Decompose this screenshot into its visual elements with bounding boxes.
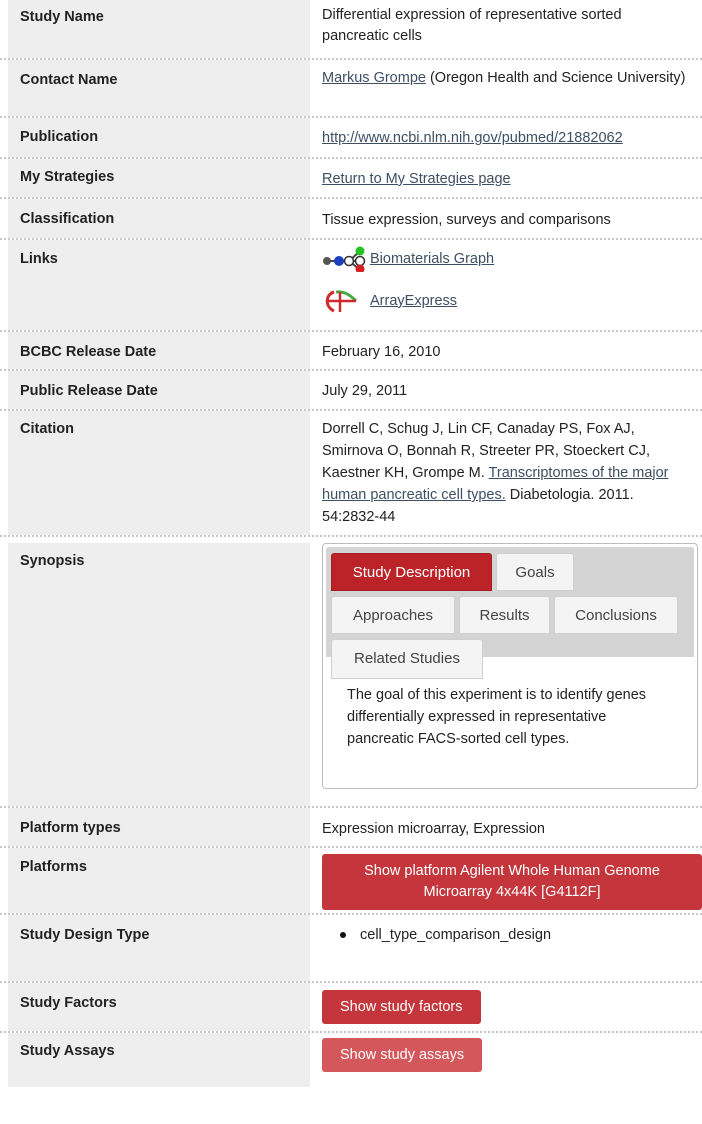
platform-types-value: Expression microarray, Expression — [322, 821, 545, 837]
biomaterials-graph-icon — [322, 246, 370, 274]
label-synopsis: Synopsis — [8, 543, 310, 806]
publication-value: http://www.ncbi.nlm.nih.gov/pubmed/21882… — [322, 118, 692, 149]
row-study-name: Study Name Differential expression of re… — [0, 0, 702, 60]
show-study-assays-button[interactable]: Show study assays — [322, 1038, 483, 1072]
row-contact-name: Contact Name Markus Grompe (Oregon Healt… — [0, 60, 702, 118]
row-bcbc-release-date: BCBC Release Date February 16, 2010 — [0, 332, 702, 371]
label-my-strategies: My Strategies — [8, 159, 310, 197]
synopsis-tab-bar: Study Description Goals Approaches Resul… — [326, 547, 694, 679]
tab-related-studies[interactable]: Related Studies — [331, 639, 483, 679]
study-design-list: cell_type_comparison_design — [322, 915, 692, 946]
row-citation: Citation Dorrell C, Schug J, Lin CF, Can… — [0, 411, 702, 537]
study-design-item: cell_type_comparison_design — [360, 927, 552, 943]
citation-value: Dorrell C, Schug J, Lin CF, Canaday PS, … — [322, 411, 692, 528]
label-publication: Publication — [8, 118, 310, 157]
row-platform-types: Platform types Expression microarray, Ex… — [0, 808, 702, 848]
row-classification: Classification Tissue expression, survey… — [0, 199, 702, 240]
public-release-date-value: July 29, 2011 — [322, 383, 408, 399]
label-citation: Citation — [8, 411, 310, 535]
study-assays-value: Show study assays — [322, 1033, 692, 1072]
arrayexpress-icon — [322, 288, 370, 314]
show-study-factors-button[interactable]: Show study factors — [322, 990, 481, 1024]
publication-link[interactable]: http://www.ncbi.nlm.nih.gov/pubmed/21882… — [322, 130, 623, 146]
label-bcbc-release-date: BCBC Release Date — [8, 332, 310, 369]
tab-results[interactable]: Results — [459, 596, 550, 634]
my-strategies-link[interactable]: Return to My Strategies page — [322, 171, 511, 187]
row-public-release-date: Public Release Date July 29, 2011 — [0, 371, 702, 411]
tab-conclusions[interactable]: Conclusions — [554, 596, 678, 634]
label-platform-types: Platform types — [8, 808, 310, 846]
bcbc-release-date-value: February 16, 2010 — [322, 344, 441, 360]
row-publication: Publication http://www.ncbi.nlm.nih.gov/… — [0, 118, 702, 159]
row-platforms: Platforms Show platform Agilent Whole Hu… — [0, 848, 702, 915]
row-study-factors: Study Factors Show study factors — [0, 983, 702, 1033]
row-synopsis: Synopsis Study Description Goals Approac… — [0, 543, 702, 808]
label-contact-name: Contact Name — [8, 60, 310, 116]
platforms-value: Show platform Agilent Whole Human Genome… — [322, 848, 702, 910]
label-platforms: Platforms — [8, 848, 310, 913]
arrayexpress-link[interactable]: ArrayExpress — [370, 291, 457, 312]
contact-affiliation: (Oregon Health and Science University) — [425, 70, 686, 86]
row-my-strategies: My Strategies Return to My Strategies pa… — [0, 159, 702, 199]
row-study-design-type: Study Design Type cell_type_comparison_d… — [0, 915, 702, 983]
classification-value: Tissue expression, surveys and compariso… — [322, 212, 611, 228]
row-study-assays: Study Assays Show study assays — [0, 1033, 702, 1087]
synopsis-text: The goal of this experiment is to identi… — [347, 687, 647, 747]
label-study-assays: Study Assays — [8, 1033, 310, 1087]
biomaterials-graph-link[interactable]: Biomaterials Graph — [370, 249, 494, 270]
synopsis-value: Study Description Goals Approaches Resul… — [322, 543, 698, 789]
tab-study-description[interactable]: Study Description — [331, 553, 492, 591]
study-name-value: Differential expression of representativ… — [322, 7, 622, 44]
label-study-factors: Study Factors — [8, 983, 310, 1031]
study-factors-value: Show study factors — [322, 983, 692, 1024]
label-study-name: Study Name — [8, 0, 310, 58]
study-detail-table: Study Name Differential expression of re… — [0, 0, 702, 1087]
label-study-design-type: Study Design Type — [8, 915, 310, 981]
show-platform-button[interactable]: Show platform Agilent Whole Human Genome… — [322, 854, 702, 910]
links-value: Biomaterials Graph ArrayExpress — [322, 240, 692, 314]
label-classification: Classification — [8, 199, 310, 238]
link-item-arrayexpress[interactable]: ArrayExpress — [322, 288, 692, 314]
row-links: Links Biomaterials Graph ArrayExpress — [0, 240, 702, 332]
label-public-release-date: Public Release Date — [8, 371, 310, 409]
tab-goals[interactable]: Goals — [496, 553, 574, 591]
link-item-biomaterials[interactable]: Biomaterials Graph — [322, 246, 692, 274]
list-item: cell_type_comparison_design — [340, 925, 692, 946]
tab-approaches[interactable]: Approaches — [331, 596, 455, 634]
my-strategies-value: Return to My Strategies page — [322, 159, 692, 190]
label-links: Links — [8, 240, 310, 330]
contact-name-value: Markus Grompe (Oregon Health and Science… — [322, 60, 692, 89]
contact-name-link[interactable]: Markus Grompe — [322, 70, 426, 86]
synopsis-box: Study Description Goals Approaches Resul… — [322, 543, 698, 789]
bullet-icon — [340, 932, 346, 939]
